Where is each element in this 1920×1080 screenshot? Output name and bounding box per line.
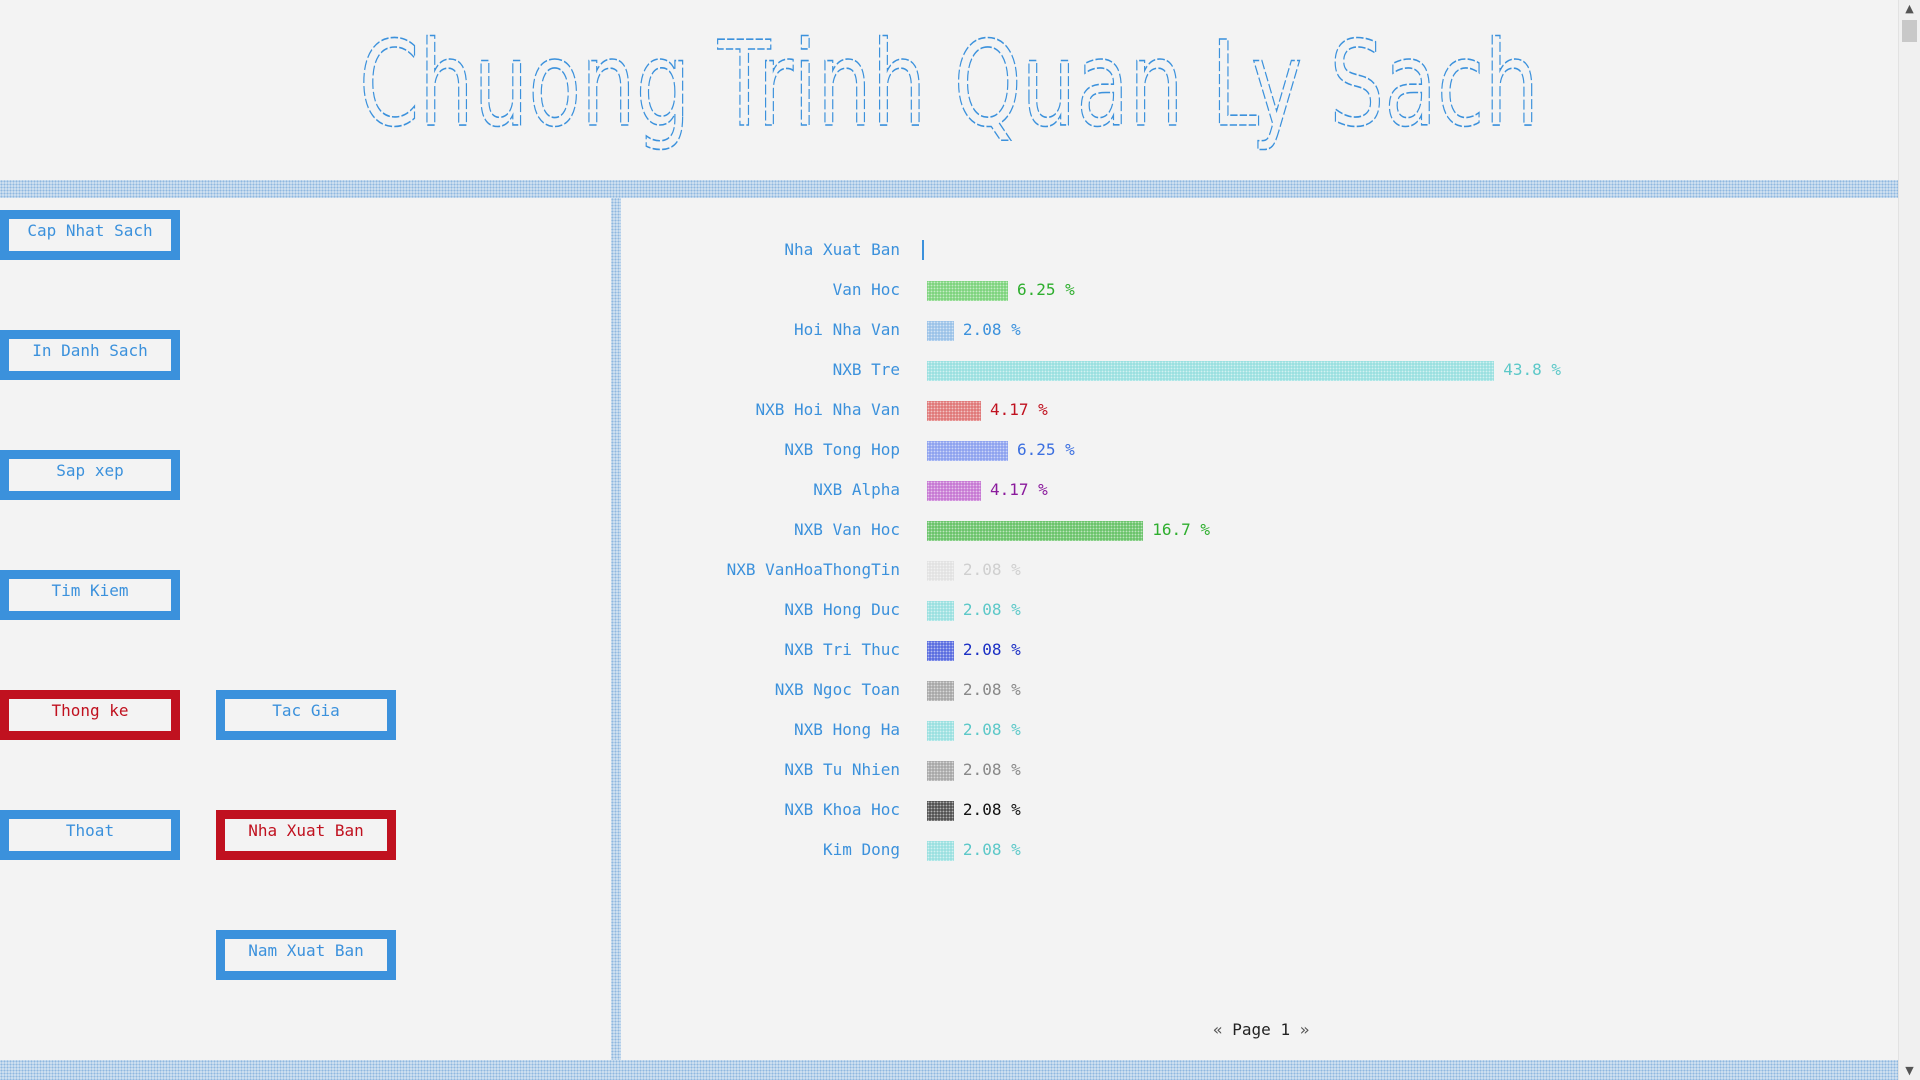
- chart-value-label: 2.08 %: [962, 560, 1021, 579]
- scroll-down-icon[interactable]: ▼: [1899, 1062, 1920, 1080]
- pagination: « Page 1 »: [1213, 1018, 1309, 1042]
- chart-value-label: 2.08 %: [962, 640, 1021, 659]
- chart-category-label: NXB Alpha: [813, 480, 900, 499]
- chart-category-label: NXB Khoa Hoc: [784, 800, 900, 819]
- chart-bar: [927, 321, 954, 341]
- chart-bar: [927, 761, 954, 781]
- chart-value-label: 2.08 %: [962, 800, 1021, 819]
- chart-row: Van Hoc 6.25 %: [640, 270, 1840, 310]
- publisher-statistics-chart: Nha Xuat Ban Van Hoc 6.25 % Hoi Nha Van 2.0…: [640, 230, 1840, 870]
- chart-value-label: 6.25 %: [1016, 440, 1075, 459]
- chart-value-label: 2.08 %: [962, 320, 1021, 339]
- chart-row: Hoi Nha Van 2.08 %: [640, 310, 1840, 350]
- chart-category-label: NXB Hoi Nha Van: [755, 400, 901, 419]
- menu-button-sap-xep[interactable]: Sap xep: [0, 450, 180, 500]
- submenu-button-tac-gia[interactable]: Tac Gia: [216, 690, 396, 740]
- chart-category-label: Hoi Nha Van: [794, 320, 900, 339]
- chart-category-label: NXB Van Hoc: [794, 520, 900, 539]
- chart-category-label: NXB Tong Hop: [784, 440, 900, 459]
- menu-button-in-danh-sach[interactable]: In Danh Sach: [0, 330, 180, 380]
- chart-row: NXB Alpha 4.17 %: [640, 470, 1840, 510]
- chart-bar: [927, 561, 954, 581]
- title-banner: Chuong Trinh Quan Ly Sach Chuong Trinh Q…: [0, 0, 1898, 180]
- chart-row: NXB Tre 43.8 %: [640, 350, 1840, 390]
- chart-row: NXB Khoa Hoc 2.08 %: [640, 790, 1840, 830]
- chart-bar: [927, 841, 954, 861]
- chart-row: Kim Dong 2.08 %: [640, 830, 1840, 870]
- chart-bar: [927, 401, 981, 421]
- chart-value-label: 2.08 %: [962, 680, 1021, 699]
- chart-bar: [927, 801, 954, 821]
- banner-ascii-art: Chuong Trinh Quan Ly Sach: [358, 14, 1540, 154]
- bottom-divider: [0, 1060, 1898, 1080]
- page-number: 1: [1280, 1020, 1291, 1039]
- chart-header-label: Nha Xuat Ban: [784, 240, 900, 259]
- chart-bar: [927, 601, 954, 621]
- chart-bar: [927, 641, 954, 661]
- vertical-scrollbar[interactable]: ▲ ▼: [1898, 0, 1920, 1080]
- vertical-divider: [611, 198, 621, 1060]
- chart-value-label: 6.25 %: [1016, 280, 1075, 299]
- submenu-button-nha-xuat-ban[interactable]: Nha Xuat Ban: [216, 810, 396, 860]
- chart-axis-line: [922, 240, 924, 260]
- chart-category-label: Van Hoc: [832, 280, 900, 299]
- chart-row: NXB Hoi Nha Van 4.17 %: [640, 390, 1840, 430]
- chart-row: NXB Hong Duc 2.08 %: [640, 590, 1840, 630]
- chart-bar: [927, 681, 954, 701]
- chart-bar: [927, 521, 1144, 541]
- scroll-up-icon[interactable]: ▲: [1899, 0, 1920, 18]
- chart-row: NXB Ngoc Toan 2.08 %: [640, 670, 1840, 710]
- menu-button-tim-kiem[interactable]: Tim Kiem: [0, 570, 180, 620]
- scroll-thumb[interactable]: [1902, 20, 1917, 42]
- chart-bar: [927, 481, 981, 501]
- chart-category-label: NXB Ngoc Toan: [774, 680, 900, 699]
- app-window: Chuong Trinh Quan Ly Sach Chuong Trinh Q…: [0, 0, 1920, 1080]
- submenu-button-nam-xuat-ban[interactable]: Nam Xuat Ban: [216, 930, 396, 980]
- chart-category-label: NXB Tu Nhien: [784, 760, 900, 779]
- chart-bar: [927, 441, 1008, 461]
- chart-value-label: 43.8 %: [1503, 360, 1561, 379]
- chart-category-label: NXB Tri Thuc: [784, 640, 900, 659]
- chart-value-label: 2.08 %: [962, 600, 1021, 619]
- chart-value-label: 2.08 %: [962, 760, 1021, 779]
- chart-category-label: NXB Tre: [832, 360, 900, 379]
- prev-page-button[interactable]: «: [1213, 1020, 1223, 1039]
- chart-row: NXB VanHoaThongTin 2.08 %: [640, 550, 1840, 590]
- next-page-button[interactable]: »: [1300, 1020, 1310, 1039]
- chart-header-row: Nha Xuat Ban: [640, 230, 1840, 270]
- chart-category-label: Kim Dong: [822, 840, 900, 859]
- chart-row: NXB Van Hoc 16.7 %: [640, 510, 1840, 550]
- menu-button-cap-nhat-sach[interactable]: Cap Nhat Sach: [0, 210, 180, 260]
- page-label: Page: [1232, 1020, 1271, 1039]
- chart-value-label: 16.7 %: [1152, 520, 1211, 539]
- menu-button-thong-ke[interactable]: Thong ke: [0, 690, 180, 740]
- chart-value-label: 2.08 %: [962, 840, 1021, 859]
- chart-category-label: NXB Hong Ha: [794, 720, 900, 739]
- chart-value-label: 4.17 %: [990, 400, 1048, 419]
- chart-bar: [927, 281, 1008, 301]
- chart-row: NXB Tri Thuc 2.08 %: [640, 630, 1840, 670]
- chart-row: NXB Tong Hop 6.25 %: [640, 430, 1840, 470]
- top-divider: [0, 180, 1898, 198]
- chart-row: NXB Hong Ha 2.08 %: [640, 710, 1840, 750]
- chart-value-label: 4.17 %: [990, 480, 1048, 499]
- chart-category-label: NXB Hong Duc: [784, 600, 900, 619]
- chart-row: NXB Tu Nhien 2.08 %: [640, 750, 1840, 790]
- menu-button-thoat[interactable]: Thoat: [0, 810, 180, 860]
- chart-category-label: NXB VanHoaThongTin: [726, 560, 900, 579]
- chart-bar: [927, 721, 954, 741]
- chart-bar: [927, 361, 1495, 381]
- banner-ascii-text: Chuong Trinh Quan Ly Sach: [359, 15, 1539, 153]
- chart-value-label: 2.08 %: [962, 720, 1021, 739]
